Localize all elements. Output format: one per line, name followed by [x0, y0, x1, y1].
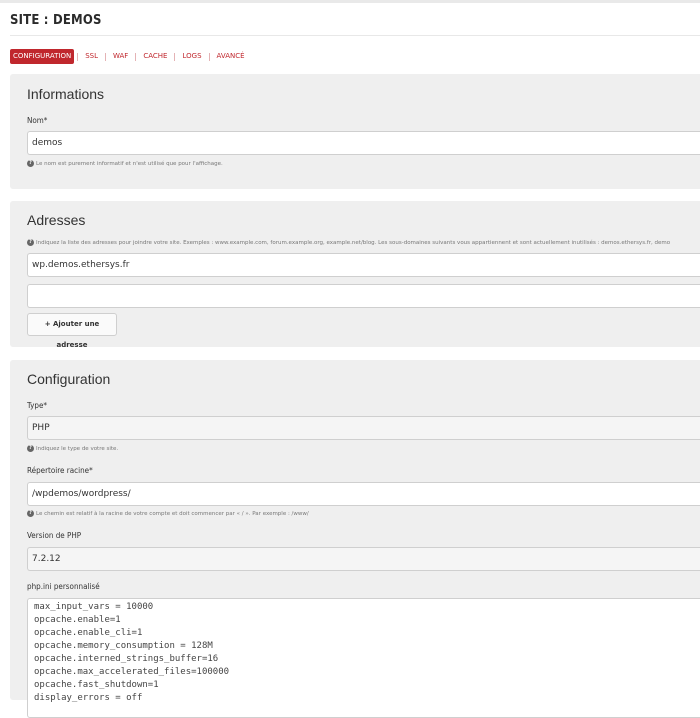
- tab-ssl[interactable]: SSL: [78, 49, 105, 64]
- question-circle-icon: ?: [27, 510, 34, 517]
- question-circle-icon: ?: [27, 239, 34, 246]
- root-help-text: Le chemin est relatif à la racine de vot…: [36, 510, 309, 517]
- type-help-text: Indiquez le type de votre site.: [36, 445, 119, 452]
- tab-waf[interactable]: WAF: [106, 49, 135, 64]
- tab-cache[interactable]: CACHE: [136, 49, 174, 64]
- tab-logs[interactable]: LOGS: [175, 49, 208, 64]
- question-circle-icon: ?: [27, 445, 34, 452]
- configuration-title: Configuration: [27, 371, 111, 387]
- php-version-select[interactable]: 7.2.12: [27, 547, 700, 571]
- phpini-label: php.ini personnalisé: [27, 582, 100, 591]
- adresses-help-text: Indiquez la liste des adresses pour join…: [36, 239, 671, 246]
- phpini-line: opcache.memory_consumption = 128M: [34, 641, 213, 651]
- tab-configuration[interactable]: CONFIGURATION: [10, 49, 75, 64]
- root-label: Répertoire racine*: [27, 466, 93, 475]
- tab-avance[interactable]: AVANCÉ: [210, 49, 252, 64]
- phpini-line: max_input_vars = 10000: [34, 602, 154, 612]
- root-help: ? Le chemin est relatif à la racine de v…: [27, 510, 309, 517]
- adresses-panel: Adresses ? Indiquez la liste des adresse…: [10, 201, 700, 349]
- title-divider: [10, 35, 700, 36]
- phpini-line: opcache.max_accelerated_files=100000: [34, 667, 230, 677]
- page-title: SITE : DEMOS: [10, 13, 102, 28]
- nom-input[interactable]: demos: [27, 131, 700, 155]
- adresses-title: Adresses: [27, 212, 86, 228]
- configuration-panel: Configuration Type* PHP ? Indiquez le ty…: [10, 360, 700, 718]
- root-input[interactable]: /wpdemos/wordpress/: [27, 482, 700, 506]
- type-label: Type*: [27, 401, 48, 410]
- address-input-2[interactable]: [27, 284, 700, 308]
- question-circle-icon: ?: [27, 160, 34, 167]
- nom-label: Nom*: [27, 116, 48, 125]
- nom-help: ? Le nom est purement informatif et n'es…: [27, 160, 223, 167]
- phpini-line: opcache.enable=1: [34, 615, 121, 625]
- phpini-line: opcache.fast_shutdown=1: [34, 680, 159, 690]
- address-input-1[interactable]: wp.demos.ethersys.fr: [27, 253, 700, 277]
- informations-panel: Informations Nom* demos ? Le nom est pur…: [10, 74, 700, 189]
- type-select[interactable]: PHP: [27, 416, 700, 440]
- tab-bar: CONFIGURATION SSL WAF CACHE LOGS AVANCÉ: [10, 49, 252, 64]
- add-address-button[interactable]: + Ajouter une adresse: [27, 313, 117, 349]
- informations-title: Informations: [27, 86, 105, 102]
- top-border: [0, 0, 700, 3]
- phpini-line: opcache.interned_strings_buffer=16: [34, 654, 219, 664]
- phpini-line: display_errors = off: [34, 693, 143, 703]
- nom-help-text: Le nom est purement informatif et n'est …: [36, 160, 223, 167]
- php-version-label: Version de PHP: [27, 531, 82, 540]
- adresses-help: ? Indiquez la liste des adresses pour jo…: [27, 239, 670, 246]
- type-help: ? Indiquez le type de votre site.: [27, 445, 118, 452]
- phpini-line: opcache.enable_cli=1: [34, 628, 143, 638]
- phpini-textarea[interactable]: max_input_vars = 10000 opcache.enable=1 …: [27, 598, 700, 718]
